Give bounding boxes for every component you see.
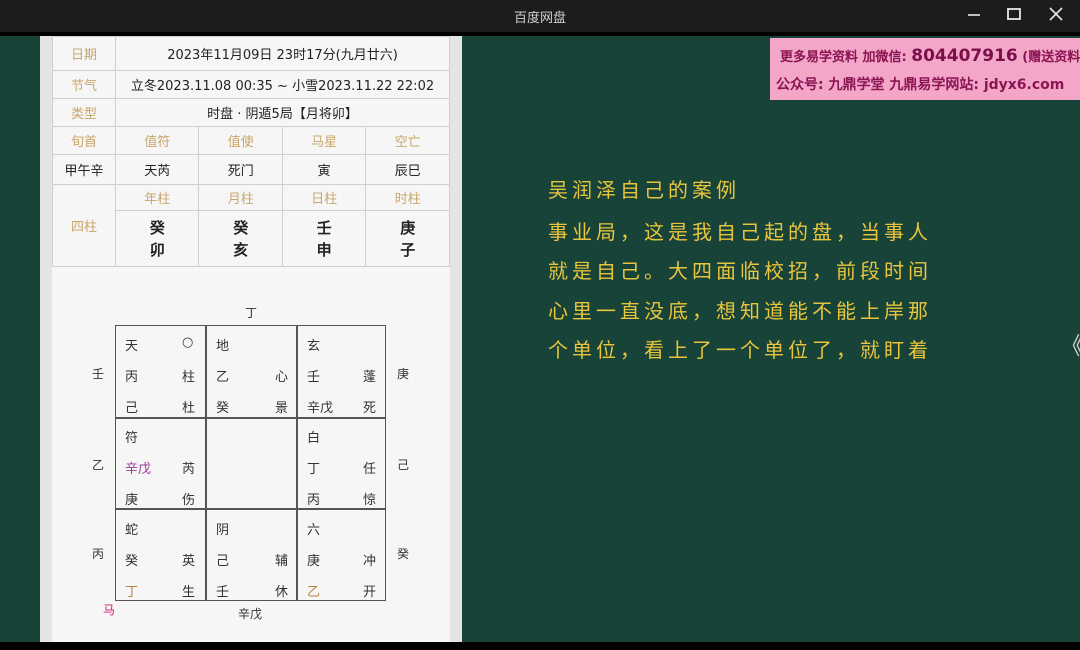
maximize-icon[interactable] <box>1004 6 1024 26</box>
palace-3: 玄 壬 蓬 辛戊 死 <box>307 339 377 416</box>
outer-right-2: 己 <box>397 458 410 472</box>
date-value: 2023年11月09日 23时17分(九月廿六) <box>115 36 450 71</box>
palace-2: 地 乙 心 癸 景 <box>216 339 289 416</box>
jieqi-label: 节气 <box>52 70 116 99</box>
promo-line-1: 更多易学资料 加微信: 804407916 (赠送资料) <box>780 46 1080 66</box>
promo-banner: 更多易学资料 加微信: 804407916 (赠送资料) 公众号: 九鼎学堂 九… <box>770 38 1080 100</box>
outer-left-2: 乙 <box>92 458 105 472</box>
horse-marker: 马 <box>103 603 116 617</box>
value-kongwang: 辰巳 <box>365 154 450 185</box>
palace-center <box>207 418 297 510</box>
header-zhishi: 值使 <box>198 126 283 155</box>
palace-9: 六 庚 冲 乙 开 <box>307 523 377 600</box>
title-bar: 百度网盘 <box>0 0 1080 32</box>
outer-left-1: 壬 <box>92 367 105 381</box>
bottom-bar <box>0 642 1080 650</box>
outer-right-3: 癸 <box>397 547 410 561</box>
hour-pillar: 庚子 <box>365 210 450 267</box>
caption-line-3: 就是自己。大四面临校招，前段时间 <box>548 259 932 283</box>
pillar-label: 四柱 <box>52 184 116 267</box>
header-zhifu: 值符 <box>114 126 200 155</box>
header-hour-pillar: 时柱 <box>365 184 450 211</box>
chevron-left-icon[interactable]: 《 <box>1060 326 1080 361</box>
header-year-pillar: 年柱 <box>114 184 200 211</box>
qimen-chart-document: 日期 2023年11月09日 23时17分(九月廿六) 节气 立冬2023.11… <box>40 36 462 642</box>
palace-4: 符 辛戊 芮 庚 伤 <box>125 431 196 508</box>
promo-line-2: 公众号: 九鼎学堂 九鼎易学网站: jdyx6.com <box>776 77 1065 93</box>
document-right-edge <box>450 36 462 642</box>
nine-palace-grid: 天 ○ 丙 柱 己 杜 地 乙 心 癸 景 玄 壬 蓬 辛戊 死 符 辛戊 芮 … <box>115 325 386 601</box>
year-pillar: 癸卯 <box>114 210 200 267</box>
value-xunshou: 甲午辛 <box>52 154 116 185</box>
caption-line-5: 个单位，看上了一个单位了，就盯着 <box>548 338 932 362</box>
outer-top: 丁 <box>245 306 258 320</box>
day-pillar: 壬申 <box>281 210 367 267</box>
outer-left-3: 丙 <box>92 547 105 561</box>
caption-line-4: 心里一直没底，想知道能不能上岸那 <box>548 299 932 323</box>
header-month-pillar: 月柱 <box>198 184 283 211</box>
close-icon[interactable] <box>1046 6 1066 26</box>
header-kongwang: 空亡 <box>365 126 450 155</box>
jieqi-value: 立冬2023.11.08 00:35 ~ 小雪2023.11.22 22:02 <box>115 70 450 99</box>
caption-line-2: 事业局，这是我自己起的盘，当事人 <box>548 220 932 244</box>
header-xunshou: 旬首 <box>52 126 116 155</box>
palace-7: 蛇 癸 英 丁 生 <box>125 523 196 600</box>
date-label: 日期 <box>52 36 116 71</box>
header-maxing: 马星 <box>281 126 367 155</box>
value-zhifu: 天芮 <box>114 154 200 185</box>
document-left-edge <box>40 36 52 642</box>
type-value: 时盘 · 阴遁5局【月将卯】 <box>115 98 450 127</box>
value-maxing: 寅 <box>281 154 367 185</box>
palace-6: 白 丁 任 丙 惊 <box>307 431 377 508</box>
outer-right-1: 庚 <box>397 367 410 381</box>
chart-info-table: 日期 2023年11月09日 23时17分(九月廿六) 节气 立冬2023.11… <box>52 36 450 267</box>
header-day-pillar: 日柱 <box>281 184 367 211</box>
video-player[interactable]: 日期 2023年11月09日 23时17分(九月廿六) 节气 立冬2023.11… <box>0 36 1080 642</box>
outer-bottom: 辛戊 <box>238 607 263 621</box>
palace-1: 天 ○ 丙 柱 己 杜 <box>125 335 196 416</box>
minimize-icon[interactable] <box>964 6 984 26</box>
month-pillar: 癸亥 <box>198 210 283 267</box>
palace-8: 阴 己 辅 壬 休 <box>216 523 289 600</box>
type-label: 类型 <box>52 98 116 127</box>
caption-line-1: 吴润泽自己的案例 <box>548 178 740 202</box>
window-title: 百度网盘 <box>513 11 566 26</box>
value-zhishi: 死门 <box>198 154 283 185</box>
